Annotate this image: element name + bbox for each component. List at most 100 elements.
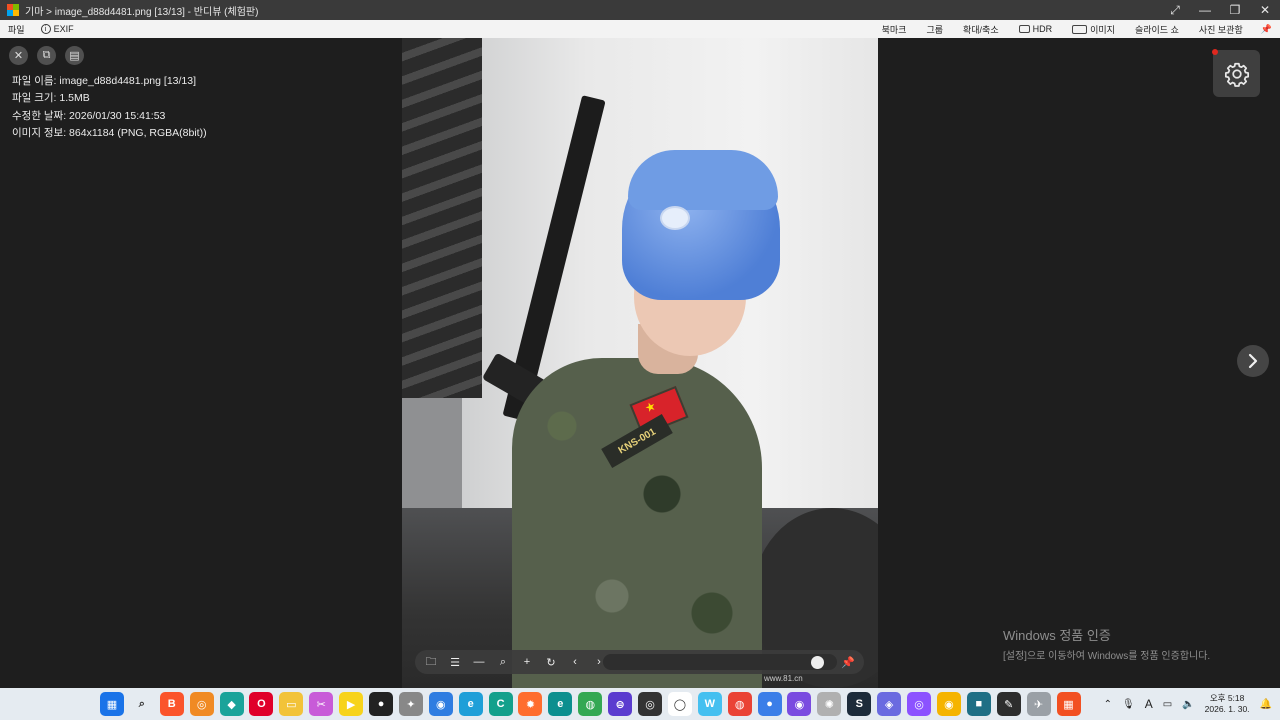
photo-helmet-cover	[628, 150, 778, 210]
input-method-icon[interactable]: A	[1145, 697, 1153, 711]
rotate-icon[interactable]: ↻	[541, 652, 561, 672]
clock-date: 2026. 1. 30.	[1204, 704, 1250, 714]
app-indigo-icon[interactable]: ◈	[877, 692, 902, 716]
taskbar-apps: ▦ ⌕ B ◎ ◆ O ▭ ✂ ▶ ● ✦ ◉ e C ✹ e ◍ ⊜ ◎ ◯ W ◍ ● ◉ ✺ S ◈ ◎ ◉ ■ ✎ ✈ ▦	[100, 692, 1081, 716]
minimize-button[interactable]: —	[1190, 0, 1220, 20]
gear-icon	[1224, 62, 1249, 87]
menu-bookmark-label: 북마크	[881, 24, 907, 35]
maximize-button[interactable]: ❐	[1220, 0, 1250, 20]
app-green-icon[interactable]: C	[488, 692, 513, 716]
microphone-icon[interactable]: 🎙	[1122, 699, 1135, 710]
image-dimensions-info: 이미지 정보: 864x1184 (PNG, RGBA(8bit))	[12, 126, 207, 139]
app-dark-s-icon[interactable]: S	[847, 692, 872, 716]
previous-icon[interactable]: ‹	[565, 652, 585, 672]
info-icon: i	[40, 24, 51, 34]
photo-tire	[402, 38, 482, 398]
app-black-icon[interactable]: ●	[369, 692, 394, 716]
close-button[interactable]: ✕	[1250, 0, 1280, 20]
hdr-icon	[1018, 25, 1030, 33]
notification-dot	[1212, 49, 1218, 55]
window-controls: ⤢ — ❐ ✕	[1160, 0, 1280, 20]
un-emblem-icon	[660, 206, 690, 230]
notification-bell-icon[interactable]: 🔔	[1260, 699, 1272, 710]
firefox-icon[interactable]: ✹	[518, 692, 543, 716]
start-icon[interactable]: ▦	[100, 692, 124, 716]
clock-time: 오후 5:18	[1209, 693, 1245, 703]
viewer-toolbar: 🗀 ☰ — ⌕ + ↻ ‹ › 📌	[415, 650, 864, 674]
app-orange-ring-icon[interactable]: ◯	[667, 692, 692, 716]
app-purple-ring-icon[interactable]: ◎	[907, 692, 932, 716]
copy-icon[interactable]: ⧉	[37, 46, 56, 65]
chevron-right-icon	[1248, 353, 1258, 369]
menu-image[interactable]: 이미지	[1062, 23, 1125, 36]
modified-date-info: 수정한 날짜: 2026/01/30 15:41:53	[12, 109, 166, 122]
window-title: 기마 > image_d88d4481.png [13/13] - 반디뷰 (체…	[25, 6, 259, 18]
menu-photo-archive[interactable]: 사진 보관함	[1189, 23, 1253, 36]
document-icon[interactable]: ▤	[65, 46, 84, 65]
list-icon[interactable]: ☰	[445, 652, 465, 672]
search-icon[interactable]: ⌕	[129, 692, 154, 716]
info-panel-tools: ✕ ⧉ ▤	[9, 46, 84, 65]
app-note-icon[interactable]: ✎	[996, 692, 1021, 716]
app-w-icon[interactable]: W	[697, 692, 722, 716]
menu-slideshow[interactable]: 슬라이드 쇼	[1125, 23, 1189, 36]
network-icon[interactable]: ▭	[1163, 699, 1172, 710]
app-blue-icon[interactable]: ●	[757, 692, 782, 716]
pin-icon[interactable]: 📌	[1253, 24, 1280, 35]
app-swirl-icon[interactable]: ✺	[817, 692, 842, 716]
app-gray-tool-icon[interactable]: ✈	[1026, 692, 1051, 716]
app-blue-circle-icon[interactable]: ◉	[428, 692, 453, 716]
app-dark-icon[interactable]: ◎	[638, 692, 663, 716]
image-position-slider[interactable]	[603, 654, 837, 670]
chrome-icon[interactable]: ◍	[578, 692, 603, 716]
file-size-info: 파일 크기: 1.5MB	[12, 92, 90, 105]
zoom-fit-icon[interactable]: ⌕	[493, 652, 513, 672]
expand-icon[interactable]: ⤢	[1160, 0, 1190, 20]
app-teal-icon[interactable]: ◆	[219, 692, 244, 716]
menu-bookmark[interactable]: 북마크	[872, 23, 917, 36]
chevron-up-icon[interactable]: ⌃	[1104, 699, 1112, 710]
chrome-alt-icon[interactable]: ◍	[727, 692, 752, 716]
menu-group[interactable]: 그룹	[916, 23, 953, 36]
menu-file-label: 파일	[8, 24, 25, 35]
menu-hdr[interactable]: HDR	[1009, 24, 1063, 34]
close-icon[interactable]: ✕	[9, 46, 28, 65]
menu-photo-archive-label: 사진 보관함	[1198, 24, 1243, 35]
brave-icon[interactable]: B	[159, 692, 184, 716]
app-gray-icon[interactable]: ✦	[398, 692, 423, 716]
zoom-out-icon[interactable]: —	[469, 652, 489, 672]
app-yellow-icon[interactable]: ▶	[339, 692, 364, 716]
edge-icon[interactable]: e	[458, 692, 483, 716]
toolbar-pin-icon[interactable]: 📌	[838, 652, 858, 672]
menu-bar: 파일 i EXIF 북마크 그룹 확대/축소 HDR 이미지 슬라이드 쇼 사진…	[0, 20, 1280, 38]
folder-icon[interactable]: 🗀	[421, 652, 441, 672]
next-image-button[interactable]	[1237, 345, 1269, 377]
menu-file[interactable]: 파일	[0, 23, 33, 36]
app-purple-icon[interactable]: ⊜	[608, 692, 633, 716]
clock[interactable]: 오후 5:18 2026. 1. 30.	[1205, 693, 1250, 715]
image-view[interactable]: ★ KNS-001 www.81.cn	[402, 38, 878, 688]
image-icon	[1072, 24, 1088, 34]
zoom-in-icon[interactable]: +	[517, 652, 537, 672]
app-teal-square-icon[interactable]: ■	[966, 692, 991, 716]
menu-exif[interactable]: i EXIF	[33, 24, 82, 34]
photo-watermark: www.81.cn	[764, 674, 803, 683]
app-violet-icon[interactable]: ◉	[787, 692, 812, 716]
slider-knob[interactable]	[811, 655, 825, 669]
snipping-icon[interactable]: ✂	[309, 692, 334, 716]
taskbar: ▦ ⌕ B ◎ ◆ O ▭ ✂ ▶ ● ✦ ◉ e C ✹ e ◍ ⊜ ◎ ◯ W ◍ ● ◉ ✺ S ◈ ◎ ◉ ■ ✎ ✈ ▦ ⌃ 🎙 A …	[0, 688, 1280, 720]
edge-alt-icon[interactable]: e	[548, 692, 573, 716]
menu-exif-label: EXIF	[53, 24, 74, 34]
volume-icon[interactable]: 🔈	[1182, 699, 1194, 710]
menu-hdr-label: HDR	[1032, 24, 1053, 34]
system-tray: ⌃ 🎙 A ▭ 🔈 오후 5:18 2026. 1. 30. 🔔	[1104, 688, 1272, 720]
file-explorer-icon[interactable]: ▭	[279, 692, 304, 716]
app-orange-icon[interactable]: ◎	[189, 692, 214, 716]
app-colorful-icon[interactable]: ▦	[1056, 692, 1081, 716]
activation-subtitle: [설정]으로 이동하여 Windows를 정품 인증합니다.	[1003, 651, 1211, 662]
opera-icon[interactable]: O	[249, 692, 274, 716]
menu-group-label: 그룹	[926, 24, 943, 35]
settings-button[interactable]	[1213, 50, 1260, 97]
menu-zoom[interactable]: 확대/축소	[953, 23, 1009, 36]
app-yellow-ring-icon[interactable]: ◉	[936, 692, 961, 716]
